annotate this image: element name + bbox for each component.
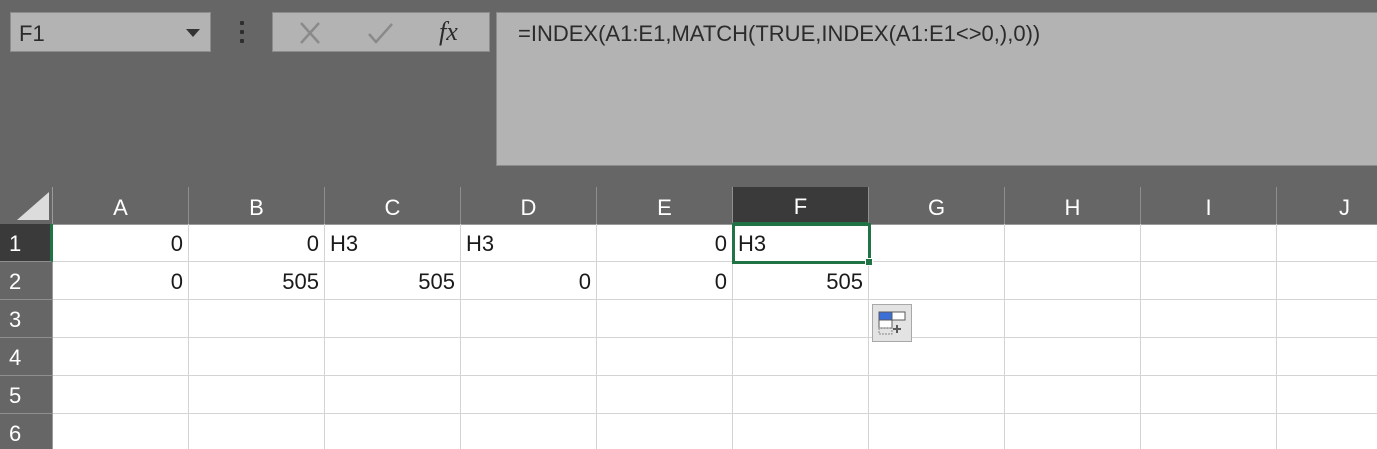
row-header-5[interactable]: 5 — [0, 376, 53, 414]
cell-d5[interactable] — [461, 376, 597, 414]
cell-c3[interactable] — [325, 300, 461, 338]
cell-g2[interactable] — [869, 262, 1005, 300]
cell-b3[interactable] — [189, 300, 325, 338]
cell-g1[interactable] — [869, 224, 1005, 262]
chevron-down-icon[interactable] — [186, 29, 200, 37]
cell-e2[interactable]: 0 — [597, 262, 733, 300]
cell-f4[interactable] — [733, 338, 869, 376]
auto-fill-options-icon — [878, 311, 906, 335]
column-header-i[interactable]: I — [1141, 187, 1277, 225]
cell-a1[interactable]: 0 — [53, 224, 189, 262]
cell-j1[interactable] — [1277, 224, 1377, 262]
cell-c5[interactable] — [325, 376, 461, 414]
cell-c4[interactable] — [325, 338, 461, 376]
cell-f2[interactable]: 505 — [733, 262, 869, 300]
column-header-b[interactable]: B — [189, 187, 325, 225]
formula-toolbar: F1 fx =INDEX(A1:E1,MATCH(TRUE,INDEX(A1:E… — [0, 0, 1377, 187]
column-header-g[interactable]: G — [869, 187, 1005, 225]
cell-a6[interactable] — [53, 414, 189, 449]
cell-j5[interactable] — [1277, 376, 1377, 414]
more-options-icon[interactable] — [232, 18, 252, 46]
cell-f5[interactable] — [733, 376, 869, 414]
cell-h3[interactable] — [1005, 300, 1141, 338]
cell-c2[interactable]: 505 — [325, 262, 461, 300]
cell-e4[interactable] — [597, 338, 733, 376]
cell-a2[interactable]: 0 — [53, 262, 189, 300]
column-header-j[interactable]: J — [1277, 187, 1377, 225]
cell-a3[interactable] — [53, 300, 189, 338]
formula-text: =INDEX(A1:E1,MATCH(TRUE,INDEX(A1:E1<>0,)… — [518, 21, 1041, 46]
column-header-e[interactable]: E — [597, 187, 733, 225]
cell-i1[interactable] — [1141, 224, 1277, 262]
cell-f1[interactable]: H3 — [733, 224, 869, 262]
cell-d3[interactable] — [461, 300, 597, 338]
column-header-a[interactable]: A — [53, 187, 189, 225]
cell-j4[interactable] — [1277, 338, 1377, 376]
cell-c1[interactable]: H3 — [325, 224, 461, 262]
cell-b6[interactable] — [189, 414, 325, 449]
fill-handle[interactable] — [865, 258, 873, 266]
select-all-triangle-icon — [17, 192, 49, 220]
name-box-value: F1 — [19, 21, 45, 46]
row-header-6[interactable]: 6 — [0, 414, 53, 449]
row-header-3[interactable]: 3 — [0, 300, 53, 338]
column-header-d[interactable]: D — [461, 187, 597, 225]
cell-a4[interactable] — [53, 338, 189, 376]
column-header-c[interactable]: C — [325, 187, 461, 225]
cell-b1[interactable]: 0 — [189, 224, 325, 262]
cell-e1[interactable]: 0 — [597, 224, 733, 262]
cell-j2[interactable] — [1277, 262, 1377, 300]
auto-fill-options-button[interactable] — [872, 304, 912, 342]
cell-g5[interactable] — [869, 376, 1005, 414]
cell-i4[interactable] — [1141, 338, 1277, 376]
cell-j3[interactable] — [1277, 300, 1377, 338]
row-header-2[interactable]: 2 — [0, 262, 53, 300]
cell-e3[interactable] — [597, 300, 733, 338]
cell-e6[interactable] — [597, 414, 733, 449]
cell-a5[interactable] — [53, 376, 189, 414]
row-header-4[interactable]: 4 — [0, 338, 53, 376]
cell-b2[interactable]: 505 — [189, 262, 325, 300]
formula-actions: fx — [272, 12, 490, 52]
row-header-1[interactable]: 1 — [0, 224, 53, 262]
cell-g4[interactable] — [869, 338, 1005, 376]
name-box[interactable]: F1 — [10, 12, 211, 52]
cell-h5[interactable] — [1005, 376, 1141, 414]
cell-f3[interactable] — [733, 300, 869, 338]
cell-b4[interactable] — [189, 338, 325, 376]
column-header-h[interactable]: H — [1005, 187, 1141, 225]
select-all-button[interactable] — [0, 187, 53, 225]
formula-input[interactable]: =INDEX(A1:E1,MATCH(TRUE,INDEX(A1:E1<>0,)… — [496, 12, 1377, 166]
cell-e5[interactable] — [597, 376, 733, 414]
cell-b5[interactable] — [189, 376, 325, 414]
cell-h6[interactable] — [1005, 414, 1141, 449]
cell-f6[interactable] — [733, 414, 869, 449]
enter-check-icon[interactable] — [365, 20, 395, 46]
spreadsheet-grid: ABCDEFGHIJ 123456 0 0 H3 H3 0 H3 0 505 505 0 0 505 — [0, 187, 1377, 449]
cell-d4[interactable] — [461, 338, 597, 376]
cell-j6[interactable] — [1277, 414, 1377, 449]
cell-h2[interactable] — [1005, 262, 1141, 300]
cell-d2[interactable]: 0 — [461, 262, 597, 300]
cell-g6[interactable] — [869, 414, 1005, 449]
cell-i2[interactable] — [1141, 262, 1277, 300]
cancel-icon[interactable] — [295, 20, 325, 46]
column-header-f[interactable]: F — [733, 187, 869, 225]
cell-i6[interactable] — [1141, 414, 1277, 449]
cell-d1[interactable]: H3 — [461, 224, 597, 262]
cell-d6[interactable] — [461, 414, 597, 449]
cell-c6[interactable] — [325, 414, 461, 449]
insert-function-icon[interactable]: fx — [439, 17, 458, 47]
cell-i3[interactable] — [1141, 300, 1277, 338]
cell-h1[interactable] — [1005, 224, 1141, 262]
cell-h4[interactable] — [1005, 338, 1141, 376]
cell-i5[interactable] — [1141, 376, 1277, 414]
